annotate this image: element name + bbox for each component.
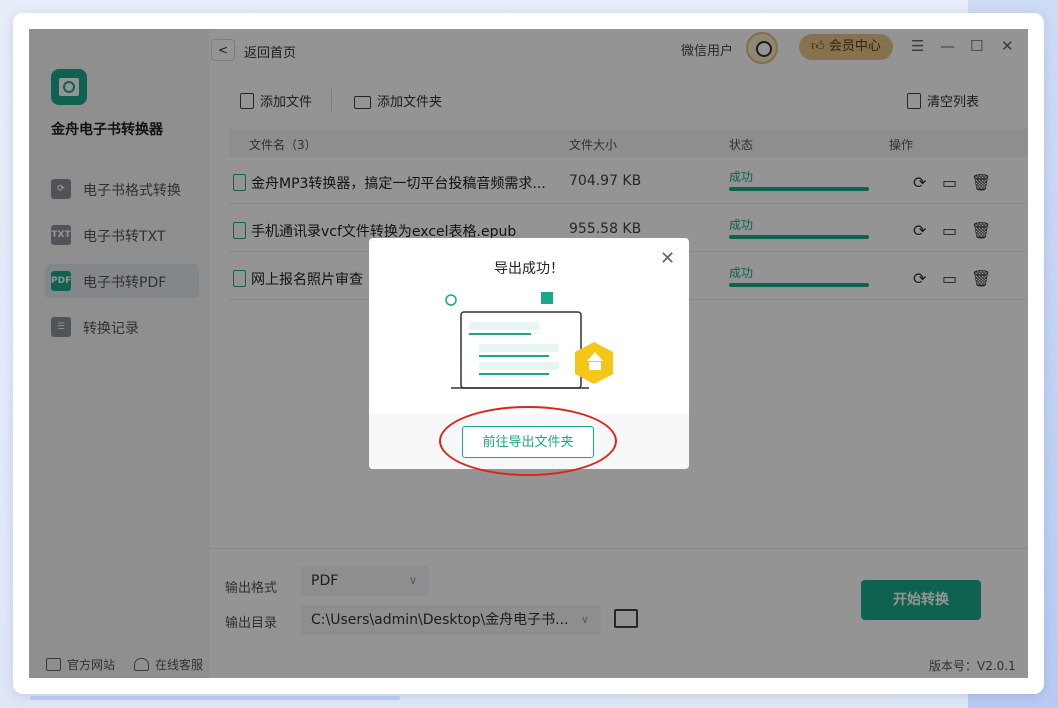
highlight-annotation: [439, 406, 617, 476]
dialog-title: 导出成功！: [494, 261, 564, 277]
export-illustration: [445, 292, 613, 389]
close-icon[interactable]: ✕: [660, 248, 675, 269]
background-line: [30, 696, 400, 700]
